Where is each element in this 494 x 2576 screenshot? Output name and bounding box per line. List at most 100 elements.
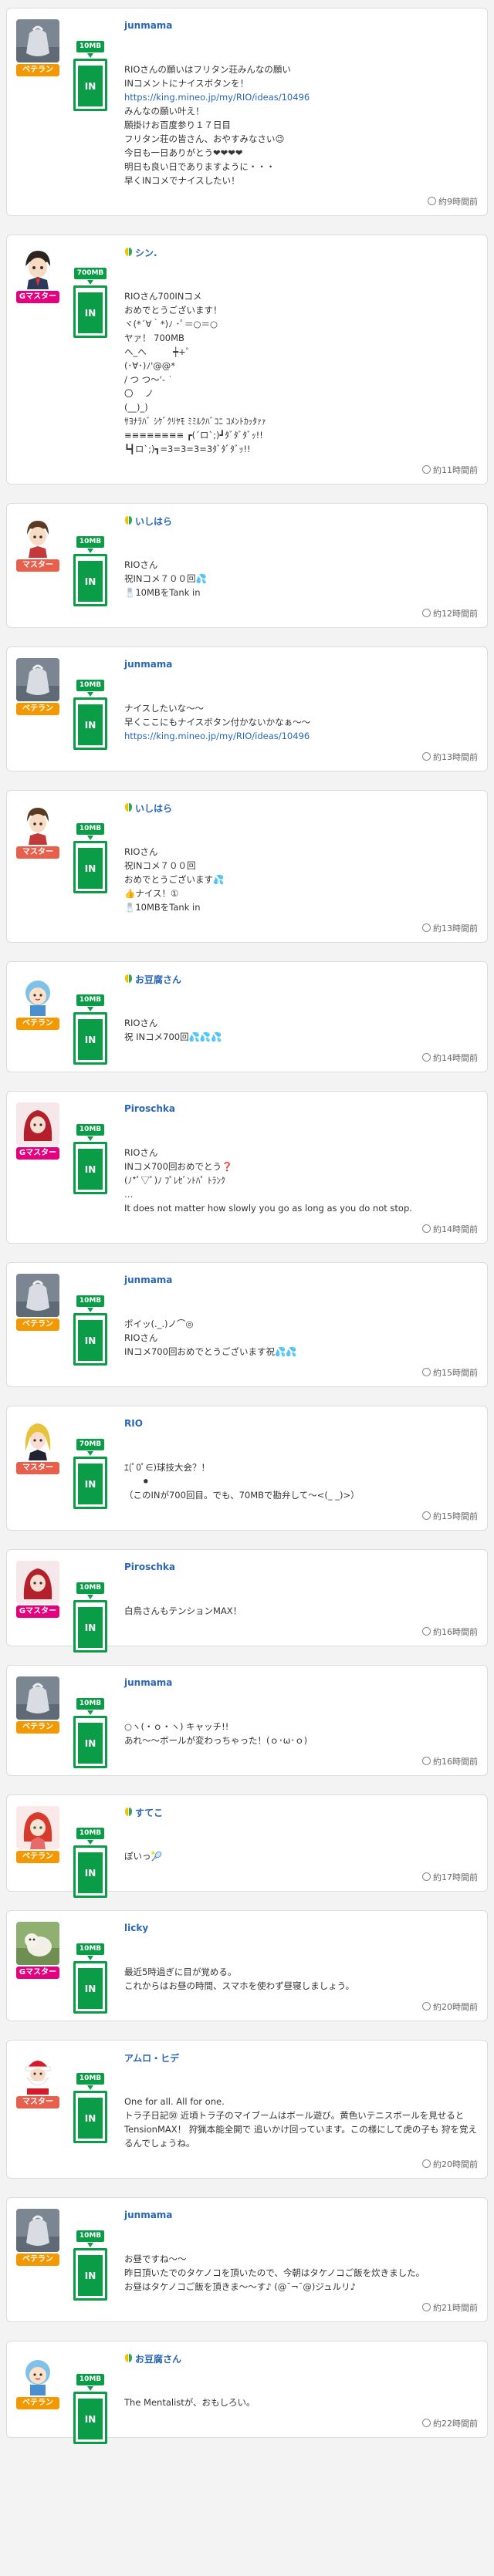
tank-in-indicator: 10MB IN [73, 2073, 107, 2143]
timestamp: 約15時間前 [124, 1366, 478, 1379]
user-name-link[interactable]: シン. [135, 246, 157, 259]
avatar[interactable] [16, 2209, 59, 2252]
comment-line: 今日も一日ありがとう❤❤❤❤ [124, 147, 243, 158]
comment-line: INコメ700回おめでとうございます祝💦💦 [124, 1346, 297, 1357]
comment-line: ヘ_ヘ ┿+゜ [124, 346, 195, 357]
tank-icon: IN [73, 2091, 107, 2143]
comment-text: 最近5時過ぎに目が覚める。 これからはお昼の時間、スマホを使わず昼寝しましょう。 [124, 1965, 478, 1993]
avatar[interactable] [16, 2051, 59, 2095]
user-name-link[interactable]: Piroschka [124, 1103, 175, 1114]
tank-in-label: IN [78, 1019, 103, 1060]
rank-badge: ベテラン [16, 1318, 59, 1331]
tank-amount-label: 10MB [76, 1943, 105, 1955]
timestamp: 約20時間前 [124, 2158, 478, 2170]
avatar[interactable] [16, 1274, 59, 1317]
user-header: いしはら [124, 515, 478, 527]
comment-line: あれ〜〜ボールが変わっちゃった！(ｏ･ω･ｏ) [124, 1735, 308, 1746]
user-name-link[interactable]: junmama [124, 1274, 172, 1285]
clock-icon [422, 1368, 431, 1376]
comment-text: RIOさん祝 INコメ700回💦💦💦 [124, 1016, 478, 1044]
tank-icon: IN [73, 1457, 107, 1509]
rank-badge: ベテラン [16, 1018, 59, 1030]
clock-icon [422, 923, 431, 932]
idea-link[interactable]: https://king.mineo.jp/my/RIO/ideas/10496 [124, 90, 478, 104]
comment-line: INコメ700回おめでとう❓ [124, 1161, 233, 1172]
comment-line: みんなの願い叶え！ [124, 106, 205, 116]
user-name-link[interactable]: junmama [124, 1677, 172, 1688]
avatar[interactable] [16, 515, 59, 558]
arrow-down-icon [87, 1136, 93, 1141]
user-name-link[interactable]: いしはら [135, 515, 172, 528]
user-name-link[interactable]: アムロ・ヒデ [124, 2051, 179, 2065]
avatar[interactable] [16, 658, 59, 701]
comment-card: Gマスター 10MB IN Piroschka 白鳥さんもテンションMAX！ 約16時間前 [6, 1549, 488, 1653]
tank-amount-label: 10MB [76, 680, 105, 691]
tank-in-label: IN [78, 848, 103, 889]
comment-line: 祝INコメ７００回 [124, 860, 196, 871]
comment-card: ベテラン 10MB IN junmama RIOさんの願いはフリタン荘みんなの願い INコ… [6, 8, 488, 216]
user-header: アムロ・ヒデ [124, 2051, 478, 2064]
comment-line: お昼ですね〜〜 [124, 2254, 187, 2264]
avatar[interactable] [16, 1806, 59, 1849]
arrow-down-icon [87, 2386, 93, 2391]
timestamp: 約13時間前 [124, 922, 478, 934]
avatar[interactable] [16, 802, 59, 845]
user-name-link[interactable]: Piroschka [124, 1561, 175, 1572]
avatar[interactable] [16, 1417, 59, 1460]
comment-line: (__)_) [124, 402, 148, 413]
avatar[interactable] [16, 246, 59, 289]
tank-in-indicator: 10MB IN [73, 1943, 107, 2014]
user-name-link[interactable]: junmama [124, 20, 172, 31]
user-name-link[interactable]: すてこ [135, 1806, 163, 1819]
user-name-link[interactable]: RIO [124, 1418, 143, 1429]
arrow-down-icon [87, 1710, 93, 1715]
avatar[interactable] [16, 2352, 59, 2395]
clock-icon [422, 2303, 431, 2311]
comment-text: RIOさん INコメ700回おめでとう❓ (ﾉ*ﾟ▽ﾟ)ﾉ ﾌﾟﾚｾﾞﾝﾄﾊﾟ ﾄﾗ… [124, 1146, 478, 1215]
tank-icon: IN [73, 1845, 107, 1898]
comment-card: ベテラン 10MB IN お豆腐さん The Mentalistが、おもしろい。 約22時… [6, 2341, 488, 2444]
avatar[interactable] [16, 1102, 59, 1146]
arrow-down-icon [87, 1451, 93, 1456]
avatar[interactable] [16, 973, 59, 1016]
comment-line: / つ つ〜'- ˙ [124, 374, 173, 385]
comment-line: おめでとうございます！ [124, 305, 222, 316]
rank-badge: ベテラン [16, 1721, 59, 1734]
timestamp: 約14時間前 [124, 1223, 478, 1235]
tank-in-indicator: 10MB IN [73, 823, 107, 893]
user-header: いしはら [124, 802, 478, 814]
avatar[interactable] [16, 1922, 59, 1965]
comment-line: （このINが700回目。でも、70MBで勘弁して〜<(_ _)>） [124, 1490, 360, 1501]
user-name-link[interactable]: junmama [124, 659, 172, 670]
clock-icon [422, 2419, 431, 2427]
comment-card: ベテラン 10MB IN お豆腐さん RIOさん祝 INコメ700回💦💦💦 約14時間前 [6, 961, 488, 1072]
idea-link[interactable]: https://king.mineo.jp/my/RIO/ideas/10496 [124, 729, 478, 743]
clock-icon [422, 1872, 431, 1881]
comment-line: 祝 INコメ700回💦💦💦 [124, 1031, 222, 1042]
comment-card: Gマスター 10MB IN licky 最近5時過ぎに目が覚める。 これからはお昼の時間、… [6, 1910, 488, 2021]
user-name-link[interactable]: お豆腐さん [135, 973, 181, 986]
user-header: Piroschka [124, 1561, 478, 1573]
clock-icon [422, 1511, 431, 1520]
comment-card: Gマスター 10MB IN Piroschka RIOさん INコメ700回おめでとう❓ (… [6, 1091, 488, 1244]
comment-text: RIOさんの願いはフリタン荘みんなの願い INコメントにナイスボタンを！ https… [124, 62, 478, 187]
comment-text: ポイッ(._.)ノ⌒◎ RIOさん INコメ700回おめでとうございます祝💦💦 [124, 1317, 478, 1359]
comment-line: ポイッ(._.)ノ⌒◎ [124, 1318, 194, 1329]
comment-content: お豆腐さん The Mentalistが、おもしろい。 約22時間前 [86, 2352, 478, 2429]
user-header: RIO [124, 1417, 478, 1430]
timestamp-text: 約12時間前 [433, 609, 478, 619]
user-name-link[interactable]: junmama [124, 2210, 172, 2220]
rank-badge: マスター [16, 559, 59, 572]
user-name-link[interactable]: お豆腐さん [135, 2352, 181, 2365]
avatar[interactable] [16, 1561, 59, 1604]
timestamp-text: 約14時間前 [433, 1224, 478, 1234]
comment-line: … [124, 1189, 134, 1200]
comment-line: ヾ(*´∀｀*)ﾉ ･ﾟ＝○＝○ [124, 319, 218, 329]
avatar[interactable] [16, 1676, 59, 1720]
comment-text: ナイスしたいな〜〜 早くここにもナイスボタン付かないかなぁ〜〜 https://ki… [124, 701, 478, 743]
timestamp-text: 約15時間前 [433, 1368, 478, 1378]
user-name-link[interactable]: いしはら [135, 802, 172, 815]
user-name-link[interactable]: licky [124, 1923, 148, 1933]
avatar[interactable] [16, 19, 59, 62]
comment-content: junmama ポイッ(._.)ノ⌒◎ RIOさん INコメ700回おめでとうございま… [86, 1274, 478, 1379]
